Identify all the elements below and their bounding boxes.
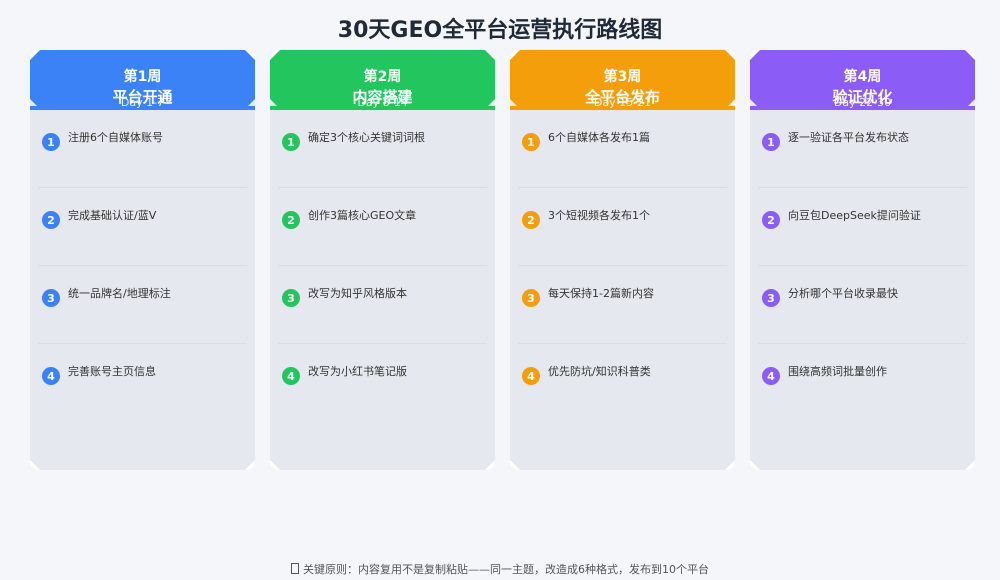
- task-text: 统一品牌名/地理标注: [68, 287, 171, 300]
- page-title: 30天GEO全平台运营执行路线图: [337, 18, 663, 43]
- week-label: 第4周: [843, 69, 882, 85]
- phase-title: 内容搭建: [352, 88, 413, 106]
- task-text: 改写为知乎风格版本: [308, 287, 407, 300]
- task-item: 1 确定3个核心关键词词根: [278, 110, 487, 188]
- step-number-badge: 4: [282, 367, 300, 385]
- lightbulb-icon: [291, 563, 299, 574]
- task-item: 1 6个自媒体各发布1篇: [518, 110, 727, 188]
- corner-mark: [725, 460, 735, 470]
- task-text: 完善账号主页信息: [68, 365, 156, 378]
- week-column-4: 第4周 Day 22-30 验证优化 1 逐一验证各平台发布状态 2 向豆包Deep…: [750, 50, 975, 470]
- task-text: 创作3篇核心GEO文章: [308, 209, 417, 222]
- task-item: 2 向豆包DeepSeek提问验证: [758, 188, 967, 266]
- task-item: 2 3个短视频各发布1个: [518, 188, 727, 266]
- task-text: 分析哪个平台收录最快: [788, 287, 898, 300]
- step-number-badge: 2: [762, 211, 780, 229]
- task-item: 4 完善账号主页信息: [38, 344, 247, 422]
- task-text: 优先防坑/知识科普类: [548, 365, 651, 378]
- task-text: 注册6个自媒体账号: [68, 131, 163, 144]
- footer-text: 关键原则：内容复用不是复制粘贴——同一主题，改造成6种格式，发布到10个平台: [303, 563, 709, 576]
- task-item: 3 每天保持1-2篇新内容: [518, 266, 727, 344]
- corner-mark: [750, 460, 760, 470]
- corner-mark: [510, 460, 520, 470]
- task-item: 4 改写为小红书笔记版: [278, 344, 487, 422]
- corner-mark: [270, 460, 280, 470]
- task-item: 4 优先防坑/知识科普类: [518, 344, 727, 422]
- week-column-1: 第1周 Day 1-7 平台开通 1 注册6个自媒体账号 2 完成基础认证/蓝V 3…: [30, 50, 255, 470]
- step-number-badge: 1: [762, 133, 780, 151]
- step-number-badge: 2: [42, 211, 60, 229]
- task-text: 逐一验证各平台发布状态: [788, 131, 909, 144]
- task-item: 3 统一品牌名/地理标注: [38, 266, 247, 344]
- phase-title: 验证优化: [832, 88, 893, 106]
- step-number-badge: 3: [522, 289, 540, 307]
- task-text: 完成基础认证/蓝V: [68, 209, 157, 222]
- task-item: 3 改写为知乎风格版本: [278, 266, 487, 344]
- task-item: 2 完成基础认证/蓝V: [38, 188, 247, 266]
- task-item: 3 分析哪个平台收录最快: [758, 266, 967, 344]
- step-number-badge: 4: [522, 367, 540, 385]
- step-number-badge: 2: [282, 211, 300, 229]
- task-item: 4 围绕高频词批量创作: [758, 344, 967, 422]
- task-text: 改写为小红书笔记版: [308, 365, 407, 378]
- task-text: 3个短视频各发布1个: [548, 209, 650, 222]
- step-number-badge: 1: [42, 133, 60, 151]
- footer-note: 关键原则：内容复用不是复制粘贴——同一主题，改造成6种格式，发布到10个平台: [0, 561, 1000, 577]
- task-text: 每天保持1-2篇新内容: [548, 287, 654, 300]
- corner-mark: [30, 460, 40, 470]
- step-number-badge: 4: [42, 367, 60, 385]
- task-text: 围绕高频词批量创作: [788, 365, 887, 378]
- week-header: 第2周 Day 8-14 内容搭建: [270, 50, 495, 110]
- task-text: 向豆包DeepSeek提问验证: [788, 209, 921, 222]
- week-column-2: 第2周 Day 8-14 内容搭建 1 确定3个核心关键词词根 2 创作3篇核心GE…: [270, 50, 495, 470]
- task-text: 确定3个核心关键词词根: [308, 131, 425, 144]
- week-columns: 第1周 Day 1-7 平台开通 1 注册6个自媒体账号 2 完成基础认证/蓝V 3…: [30, 50, 975, 470]
- roadmap-page: 30天GEO全平台运营执行路线图 第1周 Day 1-7 平台开通 1 注册6个自…: [0, 0, 1000, 580]
- week-column-3: 第3周 Day 15-21 全平台发布 1 6个自媒体各发布1篇 2 3个短视频各发…: [510, 50, 735, 470]
- phase-title: 全平台发布: [584, 88, 660, 106]
- corner-mark: [485, 460, 495, 470]
- step-number-badge: 3: [42, 289, 60, 307]
- week-label: 第1周: [123, 69, 162, 85]
- task-list: 1 6个自媒体各发布1篇 2 3个短视频各发布1个 3 每天保持1-2篇新内容 4 优先…: [518, 110, 727, 422]
- step-number-badge: 3: [282, 289, 300, 307]
- task-item: 1 注册6个自媒体账号: [38, 110, 247, 188]
- task-text: 6个自媒体各发布1篇: [548, 131, 650, 144]
- task-item: 2 创作3篇核心GEO文章: [278, 188, 487, 266]
- task-item: 1 逐一验证各平台发布状态: [758, 110, 967, 188]
- step-number-badge: 2: [522, 211, 540, 229]
- week-label: 第3周: [603, 69, 642, 85]
- week-header: 第1周 Day 1-7 平台开通: [30, 50, 255, 110]
- step-number-badge: 3: [762, 289, 780, 307]
- week-header: 第3周 Day 15-21 全平台发布: [510, 50, 735, 110]
- corner-mark: [245, 460, 255, 470]
- task-list: 1 逐一验证各平台发布状态 2 向豆包DeepSeek提问验证 3 分析哪个平台收录最…: [758, 110, 967, 422]
- week-label: 第2周: [363, 69, 402, 85]
- corner-mark: [965, 460, 975, 470]
- week-header: 第4周 Day 22-30 验证优化: [750, 50, 975, 110]
- phase-title: 平台开通: [112, 88, 173, 106]
- task-list: 1 确定3个核心关键词词根 2 创作3篇核心GEO文章 3 改写为知乎风格版本 4 改写…: [278, 110, 487, 422]
- step-number-badge: 1: [522, 133, 540, 151]
- step-number-badge: 1: [282, 133, 300, 151]
- task-list: 1 注册6个自媒体账号 2 完成基础认证/蓝V 3 统一品牌名/地理标注 4 完善账号主…: [38, 110, 247, 422]
- step-number-badge: 4: [762, 367, 780, 385]
